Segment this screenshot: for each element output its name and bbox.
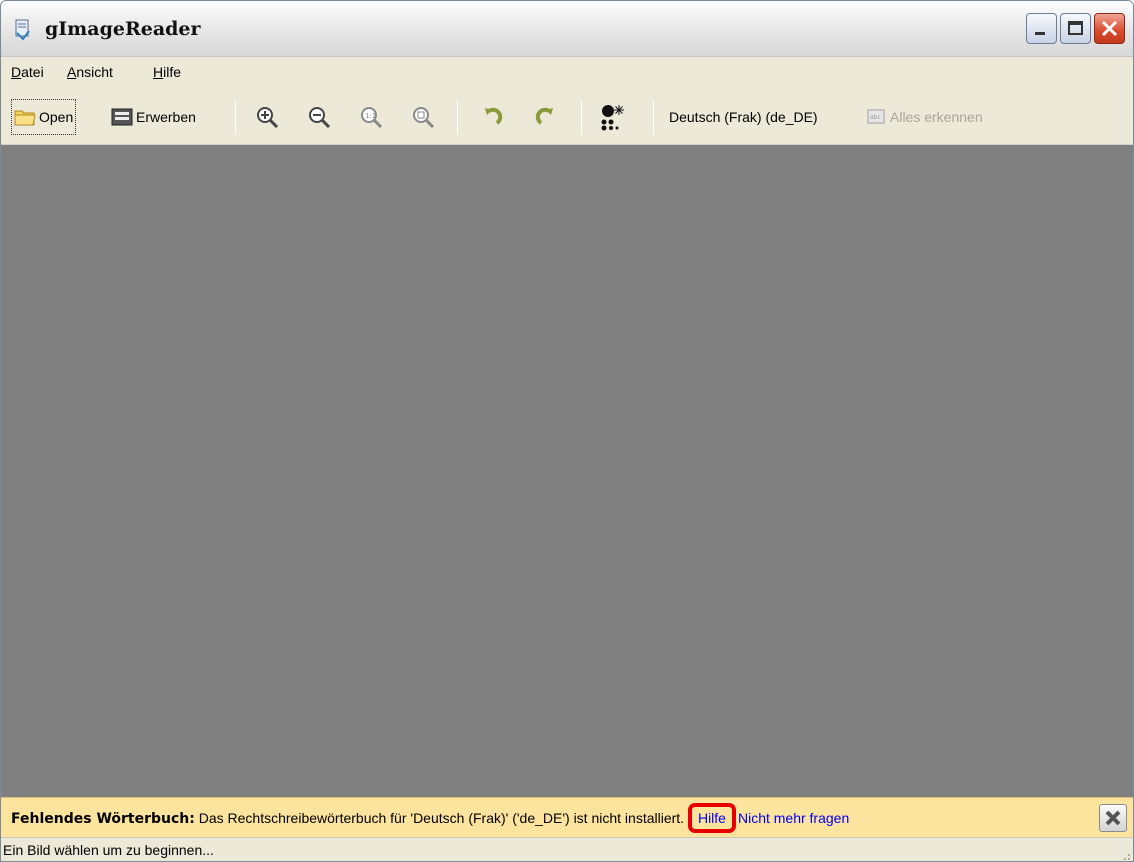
dont-ask-again-link[interactable]: Nicht mehr fragen — [738, 810, 849, 826]
brightness-contrast-icon — [601, 105, 624, 131]
menu-bar: Datei Ansicht Hilfe — [1, 57, 1133, 89]
toolbar-separator — [457, 100, 458, 134]
rotate-left-button[interactable] — [481, 99, 505, 135]
help-link-highlight: Hilfe — [687, 803, 736, 833]
folder-icon — [14, 110, 36, 126]
infobar-body: Das Rechtschreibewörterbuch für 'Deutsch… — [194, 810, 688, 826]
app-icon — [15, 19, 30, 41]
zoom-in-button[interactable] — [255, 99, 279, 135]
scanner-icon — [111, 108, 133, 126]
menu-hilfe[interactable]: Hilfe — [153, 64, 181, 80]
svg-text:1:1: 1:1 — [365, 112, 376, 120]
menu-ansicht[interactable]: Ansicht — [67, 64, 113, 80]
menu-datei[interactable]: Datei — [11, 64, 44, 80]
recognize-all-button[interactable]: abc Alles erkennen — [867, 99, 983, 135]
status-text: Ein Bild wählen um zu beginnen... — [3, 842, 214, 858]
toolbar-separator — [235, 100, 236, 134]
language-selector[interactable]: Deutsch (Frak) (de_DE) — [669, 99, 818, 135]
image-canvas[interactable] — [1, 145, 1133, 797]
window-title: gImageReader — [45, 18, 201, 40]
open-button[interactable]: Open — [11, 99, 77, 135]
zoom-original-button[interactable]: 1:1 — [359, 99, 383, 135]
maximize-icon — [1068, 21, 1083, 35]
toolbar-separator — [653, 100, 654, 134]
close-icon — [1105, 810, 1121, 826]
minimize-button[interactable] — [1026, 13, 1057, 44]
zoom-fit-button[interactable] — [411, 99, 435, 135]
toolbar: Open Erwerben 1:1 Deutsch (Frak) (de_DE)… — [1, 89, 1133, 145]
infobar-message: Fehlendes Wörterbuch: Das Rechtschreibew… — [11, 803, 849, 833]
zoom-in-icon — [257, 107, 279, 129]
maximize-button[interactable] — [1060, 13, 1091, 44]
svg-text:abc: abc — [870, 114, 881, 121]
zoom-original-icon: 1:1 — [361, 107, 383, 129]
zoom-fit-icon — [413, 107, 435, 129]
minimize-icon — [1035, 32, 1045, 35]
acquire-button[interactable]: Erwerben — [111, 99, 196, 135]
status-bar: Ein Bild wählen um zu beginnen... — [1, 837, 1133, 861]
rotate-right-button[interactable] — [533, 99, 557, 135]
title-bar[interactable]: gImageReader — [1, 1, 1133, 57]
zoom-out-icon — [309, 107, 331, 129]
infobar-close-button[interactable] — [1099, 804, 1127, 832]
infobar-heading: Fehlendes Wörterbuch: — [11, 811, 195, 827]
recognize-icon: abc — [867, 109, 885, 124]
image-controls-button[interactable] — [599, 99, 627, 135]
rotate-left-icon — [485, 107, 503, 125]
app-window: gImageReader Datei Ansicht Hilfe Open Er… — [0, 0, 1134, 862]
toolbar-separator — [581, 100, 582, 134]
help-link[interactable]: Hilfe — [698, 810, 726, 826]
zoom-out-button[interactable] — [307, 99, 331, 135]
missing-dictionary-infobar: Fehlendes Wörterbuch: Das Rechtschreibew… — [1, 797, 1133, 837]
rotate-right-icon — [535, 107, 553, 125]
resize-grip-icon[interactable] — [1119, 849, 1131, 861]
close-icon — [1101, 20, 1118, 37]
close-button[interactable] — [1094, 13, 1125, 44]
